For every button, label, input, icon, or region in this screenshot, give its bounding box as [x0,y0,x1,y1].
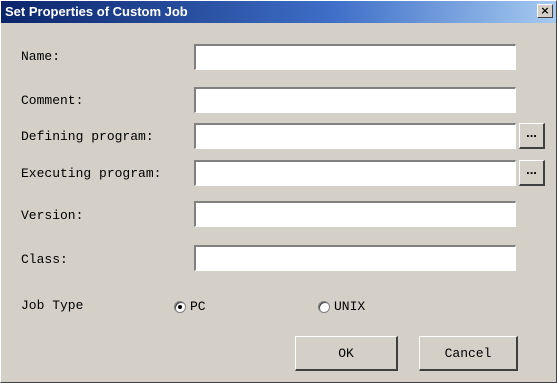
job-type-label: Job Type [21,298,84,313]
version-field[interactable] [194,201,516,227]
comment-field[interactable] [194,87,516,113]
job-type-unix-option[interactable]: UNIX [318,299,365,314]
executing-program-label: Executing program: [21,166,162,181]
version-label: Version: [21,208,84,223]
defining-program-browse-button[interactable]: ... [519,123,545,149]
executing-program-field[interactable] [194,160,516,186]
cancel-button[interactable]: Cancel [419,336,518,371]
defining-program-field[interactable] [194,123,516,149]
executing-program-browse-button[interactable]: ... [519,160,545,186]
name-field[interactable] [194,44,516,70]
close-icon: × [540,4,550,17]
dialog-window: Set Properties of Custom Job × Name: Com… [0,0,557,383]
title-bar[interactable]: Set Properties of Custom Job × [1,1,556,23]
comment-label: Comment: [21,93,84,108]
class-label: Class: [21,252,68,267]
job-type-pc-option[interactable]: PC [174,299,206,314]
window-title: Set Properties of Custom Job [5,4,188,19]
radio-unix[interactable] [318,300,330,313]
class-field[interactable] [194,245,516,271]
radio-pc-label: PC [190,299,206,314]
ok-button[interactable]: OK [295,336,398,371]
radio-unix-label: UNIX [334,299,366,314]
radio-pc[interactable] [174,300,186,313]
defining-program-label: Defining program: [21,129,154,144]
close-button[interactable]: × [537,4,553,18]
name-label: Name: [21,49,61,64]
